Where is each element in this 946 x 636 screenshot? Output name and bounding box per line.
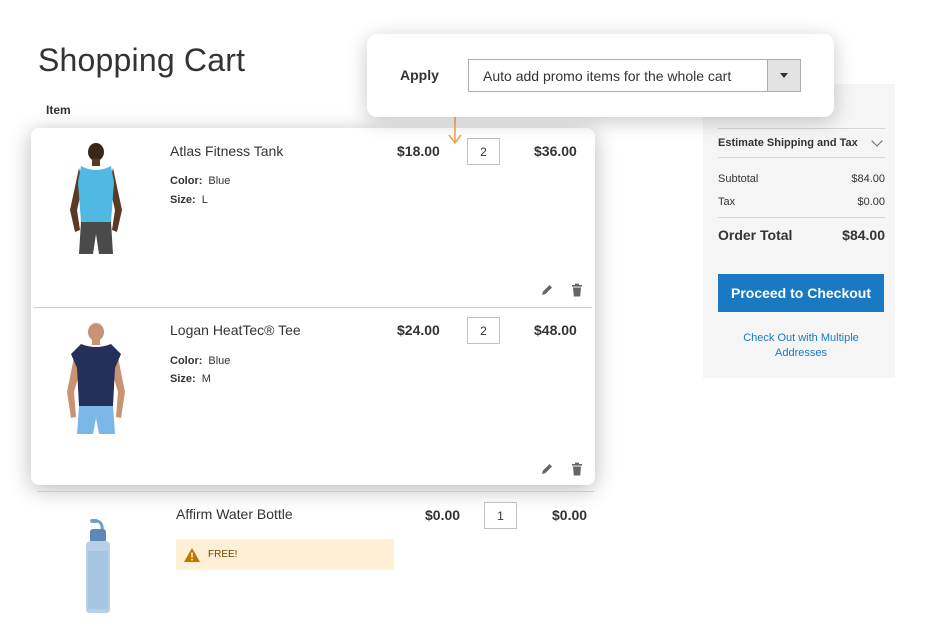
tax-label: Tax xyxy=(718,196,736,208)
warning-icon xyxy=(184,547,200,562)
order-total-label: Order Total xyxy=(718,227,793,243)
quantity-input[interactable]: 2 xyxy=(467,317,500,344)
apply-rule-popup: Apply Auto add promo items for the whole… xyxy=(367,34,834,117)
chevron-down-icon xyxy=(871,135,883,147)
product-price: $24.00 xyxy=(397,322,440,338)
product-image-tank[interactable] xyxy=(61,142,131,266)
item-divider xyxy=(38,491,594,492)
product-name[interactable]: Affirm Water Bottle xyxy=(176,506,293,522)
order-total-value: $84.00 xyxy=(842,227,885,243)
option-label: Size: xyxy=(170,373,196,385)
product-image-bottle[interactable] xyxy=(80,519,116,615)
multiple-addresses-link[interactable]: Check Out with Multiple Addresses xyxy=(718,331,884,361)
product-name[interactable]: Logan HeatTec® Tee xyxy=(170,322,301,338)
cart-item: Logan HeatTec® Tee Color: Blue Size: M $24… xyxy=(31,308,595,485)
option-label: Color: xyxy=(170,175,203,187)
apply-select-value: Auto add promo items for the whole cart xyxy=(483,67,732,84)
free-item-notice: FREE! xyxy=(176,539,394,570)
product-option-color: Color: Blue xyxy=(170,175,230,187)
product-name[interactable]: Atlas Fitness Tank xyxy=(170,143,283,159)
cart-items-card: Atlas Fitness Tank Color: Blue Size: L $18… xyxy=(31,128,595,485)
page-title: Shopping Cart xyxy=(38,42,246,78)
proceed-to-checkout-button[interactable]: Proceed to Checkout xyxy=(718,274,884,312)
option-value: L xyxy=(201,194,208,206)
item-column-header: Item xyxy=(46,103,71,117)
pencil-icon[interactable] xyxy=(540,283,554,297)
option-label: Color: xyxy=(170,355,203,367)
trash-icon[interactable] xyxy=(570,283,584,297)
apply-label: Apply xyxy=(400,67,439,83)
apply-action-select[interactable]: Auto add promo items for the whole cart xyxy=(468,59,801,92)
product-subtotal: $48.00 xyxy=(534,322,577,338)
order-total-row: Order Total $84.00 xyxy=(718,227,885,243)
option-value: Blue xyxy=(208,355,231,367)
estimate-shipping-toggle[interactable]: Estimate Shipping and Tax xyxy=(718,128,885,158)
product-image-tee[interactable] xyxy=(61,322,131,446)
product-price: $18.00 xyxy=(397,143,440,159)
product-subtotal: $36.00 xyxy=(534,143,577,159)
tax-value: $0.00 xyxy=(857,196,885,208)
select-toggle[interactable] xyxy=(767,60,800,91)
product-option-size: Size: M xyxy=(170,373,211,385)
product-price: $0.00 xyxy=(425,507,461,523)
estimate-shipping-label: Estimate Shipping and Tax xyxy=(718,137,858,149)
subtotal-row: Subtotal $84.00 xyxy=(718,173,885,185)
caret-down-icon xyxy=(780,73,788,78)
option-label: Size: xyxy=(170,194,196,206)
pencil-icon[interactable] xyxy=(540,462,554,476)
product-option-size: Size: L xyxy=(170,194,208,206)
tax-row: Tax $0.00 xyxy=(718,196,885,208)
option-value: M xyxy=(201,373,211,385)
quantity-input[interactable]: 1 xyxy=(484,502,517,529)
order-summary: Estimate Shipping and Tax Subtotal $84.0… xyxy=(703,84,895,378)
product-option-color: Color: Blue xyxy=(170,355,230,367)
quantity-input[interactable]: 2 xyxy=(467,138,500,165)
product-subtotal: $0.00 xyxy=(552,507,588,523)
subtotal-label: Subtotal xyxy=(718,173,759,185)
free-badge-label: FREE! xyxy=(208,549,238,560)
trash-icon[interactable] xyxy=(570,462,584,476)
summary-divider xyxy=(718,217,885,218)
subtotal-value: $84.00 xyxy=(851,173,885,185)
cart-item: Atlas Fitness Tank Color: Blue Size: L $18… xyxy=(31,128,595,308)
option-value: Blue xyxy=(208,175,231,187)
